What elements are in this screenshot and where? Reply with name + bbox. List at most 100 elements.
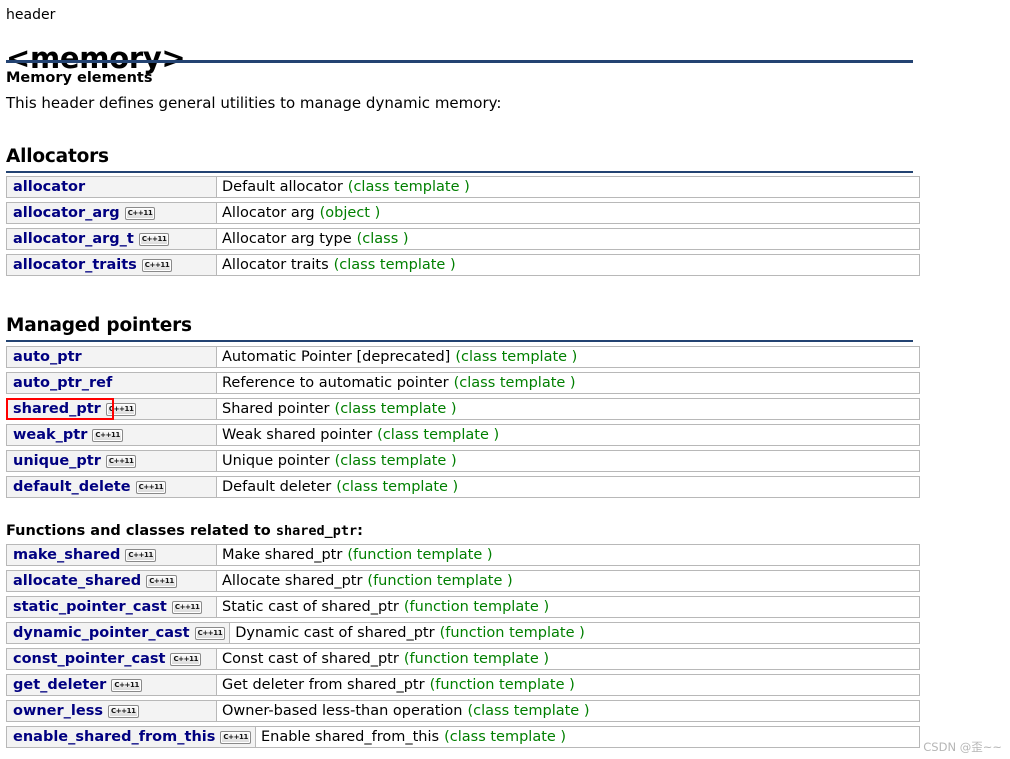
entity-name-cell: allocator_arg_t C++11	[7, 229, 217, 249]
entity-link[interactable]: default_delete	[13, 477, 131, 497]
entity-link[interactable]: owner_less	[13, 701, 103, 721]
cpp11-badge-icon: C++11	[146, 574, 177, 588]
entity-link[interactable]: make_shared	[13, 545, 120, 565]
table-row: auto_ptr_ref Reference to automatic point…	[6, 372, 920, 394]
entity-description: Default deleter	[222, 479, 332, 495]
entity-name-cell: make_shared C++11	[7, 545, 217, 565]
entity-description: Make shared_ptr	[222, 547, 343, 563]
entity-description-cell: Default deleter (class template )	[217, 477, 919, 497]
entity-description-cell: Dynamic cast of shared_ptr (function temp…	[230, 623, 919, 643]
entity-kind: (class template )	[467, 703, 590, 719]
entity-kind: (function template )	[403, 599, 550, 615]
entity-description: Allocate shared_ptr	[222, 573, 363, 589]
cpp11-badge-icon: C++11	[141, 258, 173, 272]
entity-description: Automatic Pointer [deprecated]	[222, 349, 451, 365]
entity-link[interactable]: unique_ptr	[13, 451, 101, 471]
entity-description: Allocator arg	[222, 205, 315, 221]
entity-link[interactable]: enable_shared_from_this	[13, 727, 215, 747]
entity-description-cell: Weak shared pointer (class template )	[217, 425, 919, 445]
entity-link[interactable]: static_pointer_cast	[13, 597, 167, 617]
entity-link[interactable]: auto_ptr	[13, 347, 82, 367]
entity-name-cell: shared_ptr C++11	[6, 398, 217, 420]
entity-kind: (function template )	[367, 573, 513, 589]
entity-description-cell: Make shared_ptr (function template )	[217, 545, 919, 565]
entity-description-cell: Allocator traits (class template )	[217, 255, 919, 275]
table-row: const_pointer_cast C++11 Const cast of sha…	[6, 648, 920, 670]
entity-description-cell: Owner-based less-than operation (class te…	[217, 701, 919, 721]
allocators-table: allocator Default allocator (class templat…	[6, 176, 920, 280]
section-title: Allocators	[6, 146, 913, 173]
entity-kind: (class template )	[377, 427, 500, 443]
entity-link[interactable]: allocator_traits	[13, 255, 137, 275]
table-row: allocator Default allocator (class templat…	[6, 176, 920, 198]
entity-description-cell: Allocator arg (object )	[217, 203, 919, 223]
entity-kind: (class template )	[347, 179, 470, 195]
table-row: default_delete C++11 Default deleter (class…	[6, 476, 920, 498]
cpp11-badge-icon: C++11	[105, 454, 137, 468]
entity-description-cell: Allocate shared_ptr (function template )	[217, 571, 919, 591]
entity-name-cell: allocate_shared C++11	[7, 571, 217, 591]
table-row: shared_ptr C++11 Shared pointer (class temp…	[6, 398, 920, 420]
entity-name-cell: owner_less C++11	[7, 701, 217, 721]
cpp11-badge-icon: C++11	[170, 652, 202, 666]
table-row: owner_less C++11 Owner-based less-than ope…	[6, 700, 920, 722]
table-row: make_shared C++11 Make shared_ptr (function…	[6, 544, 920, 566]
watermark: CSDN @歪~~	[923, 740, 1002, 754]
entity-kind: (class template )	[334, 453, 457, 469]
entity-name-cell: enable_shared_from_this C++11	[7, 727, 256, 747]
entity-name-cell: auto_ptr	[7, 347, 217, 367]
table-row: allocate_shared C++11 Allocate shared_ptr(…	[6, 570, 920, 592]
entity-link[interactable]: weak_ptr	[13, 425, 87, 445]
entity-name-cell: const_pointer_cast C++11	[7, 649, 217, 669]
entity-description-cell: Unique pointer (class template )	[217, 451, 919, 471]
entity-link[interactable]: allocator_arg	[13, 203, 120, 223]
entity-kind: (object )	[319, 205, 381, 221]
entity-kind: (class template )	[444, 729, 567, 745]
entity-link[interactable]: const_pointer_cast	[13, 649, 165, 669]
entity-kind: (class template )	[334, 401, 457, 417]
table-row: auto_ptr Automatic Pointer [deprecated] (c…	[6, 346, 920, 368]
cpp11-badge-icon: C++11	[105, 402, 137, 416]
entity-description-cell: Enable shared_from_this (class template )	[256, 727, 919, 747]
cpp11-badge-icon: C++11	[194, 626, 226, 640]
entity-description: Allocator arg type	[222, 231, 352, 247]
entity-link[interactable]: shared_ptr	[13, 399, 101, 419]
entity-link[interactable]: allocator_arg_t	[13, 229, 134, 249]
memory-reference-page: header <memory> Memory elements This hea…	[0, 0, 1010, 759]
entity-description: Get deleter from shared_ptr	[222, 677, 425, 693]
entity-link[interactable]: allocator	[13, 177, 85, 197]
functions-heading-mono: shared_ptr	[275, 523, 358, 539]
functions-section-heading: Functions and classes related to shared_…	[6, 522, 363, 541]
table-row: static_pointer_cast C++11 Static cast of s…	[6, 596, 920, 618]
entity-link[interactable]: dynamic_pointer_cast	[13, 623, 190, 643]
table-row: allocator_arg C++11 Allocator arg (object )	[6, 202, 920, 224]
entity-kind: (class template )	[455, 349, 578, 365]
cpp11-badge-icon: C++11	[111, 678, 142, 692]
table-row: get_deleter C++11 Get deleter from shared_…	[6, 674, 920, 696]
subheading: Memory elements	[6, 70, 153, 86]
entity-name-cell: auto_ptr_ref	[7, 373, 217, 393]
managed-pointers-table: auto_ptr Automatic Pointer [deprecated] (c…	[6, 346, 920, 502]
table-row: allocator_traits C++11 Allocator traits (cl…	[6, 254, 920, 276]
section-heading-allocators: Allocators	[6, 146, 913, 173]
page-kicker: header	[6, 7, 56, 23]
cpp11-badge-icon: C++11	[138, 232, 170, 246]
entity-link[interactable]: auto_ptr_ref	[13, 373, 112, 393]
cpp11-badge-icon: C++11	[135, 480, 167, 494]
table-row: unique_ptr C++11 Unique pointer (class temp…	[6, 450, 920, 472]
intro-text: This header defines general utilities to…	[6, 94, 502, 112]
entity-description-cell: Const cast of shared_ptr (function templa…	[217, 649, 919, 669]
entity-description: Weak shared pointer	[222, 427, 373, 443]
title-divider	[6, 60, 913, 63]
entity-kind: (class template )	[336, 479, 459, 495]
entity-description: Owner-based less-than operation	[222, 703, 463, 719]
entity-kind: (function template )	[347, 547, 493, 563]
table-row: enable_shared_from_this C++11 Enable share…	[6, 726, 920, 748]
entity-name-cell: weak_ptr C++11	[7, 425, 217, 445]
entity-description-cell: Reference to automatic pointer (class tem…	[217, 373, 919, 393]
entity-link[interactable]: get_deleter	[13, 675, 106, 695]
entity-description: Dynamic cast of shared_ptr	[235, 625, 435, 641]
entity-link[interactable]: allocate_shared	[13, 571, 141, 591]
entity-description-cell: Shared pointer (class template )	[217, 399, 919, 419]
cpp11-badge-icon: C++11	[125, 548, 156, 562]
